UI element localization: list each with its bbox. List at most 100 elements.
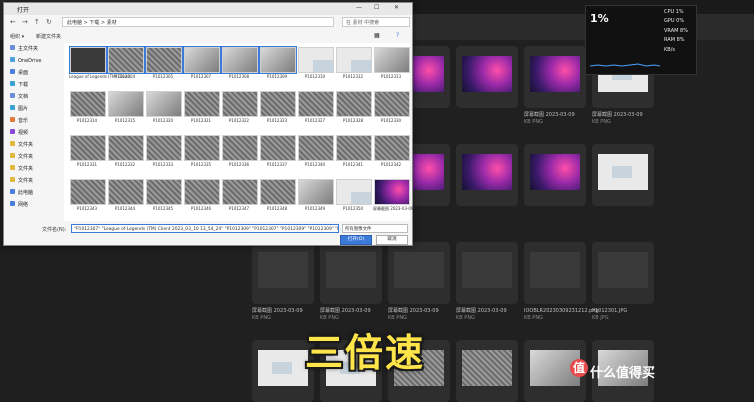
refresh-icon[interactable]: ↻ [46,18,52,26]
file-thumbnail[interactable] [298,91,334,117]
file-thumbnail[interactable] [336,179,372,205]
file-thumbnail[interactable] [374,47,410,73]
background-file-tile[interactable] [456,242,518,304]
sidebar-item[interactable]: 文档 [10,93,28,101]
file-name-label: P1012348 [266,206,288,211]
file-thumbnail[interactable] [260,135,296,161]
file-thumbnail[interactable] [184,135,220,161]
file-thumbnail[interactable] [69,46,107,74]
sidebar-item-label: 文件夹 [18,142,34,148]
search-input[interactable]: 在 素材 中搜索 [342,17,410,27]
background-file-tile[interactable] [592,144,654,206]
sidebar-item[interactable]: 桌面 [10,69,28,77]
file-name-label: P1012322 [228,118,250,123]
maximize-button[interactable]: ☐ [374,4,379,11]
file-thumbnail[interactable] [108,179,144,205]
file-thumbnail[interactable] [145,46,183,74]
file-thumbnail[interactable] [70,91,106,117]
sidebar-item[interactable]: 文件夹 [10,165,33,173]
sidebar-item[interactable]: 图片 [10,105,28,113]
file-thumbnail[interactable] [298,135,334,161]
file-thumbnail[interactable] [374,179,410,205]
background-file-tile[interactable] [592,242,654,304]
watermark-text: 什么值得买 [590,366,656,381]
open-button[interactable]: 打开(O) [340,235,372,245]
folder-icon [10,45,15,50]
sidebar-item[interactable]: OneDrive [10,57,42,65]
address-bar[interactable]: 此电脑 > 下载 > 素材 [62,17,334,27]
sidebar-item[interactable]: 网络 [10,201,28,209]
file-thumbnail[interactable] [146,179,182,205]
file-thumbnail[interactable] [260,179,296,205]
folder-icon [10,105,15,110]
close-button[interactable]: ✕ [394,4,399,11]
background-file-tile[interactable] [320,242,382,304]
file-thumbnail[interactable] [336,91,372,117]
sidebar-item[interactable]: 主文件夹 [10,45,38,53]
file-thumbnail[interactable] [222,179,258,205]
background-file-size: KB PNG [388,315,407,321]
folder-icon [10,201,15,206]
sidebar-item[interactable]: 此电脑 [10,189,33,197]
file-thumbnail[interactable] [107,46,145,74]
file-thumbnail[interactable] [183,46,221,74]
new-folder-button[interactable]: 新建文件夹 [36,33,61,40]
background-file-tile[interactable] [524,46,586,108]
sidebar-item[interactable]: 文件夹 [10,177,33,185]
file-thumbnail[interactable] [336,47,372,73]
dialog-footer: 文件名(N): "P1012307" "League of Legends (T… [6,223,410,245]
sidebar-item[interactable]: 视频 [10,129,28,137]
file-thumbnail[interactable] [298,179,334,205]
background-file-tile[interactable] [252,242,314,304]
filetype-select[interactable]: 所有图像文件 [342,224,408,233]
file-thumbnail[interactable] [70,135,106,161]
file-thumbnail[interactable] [259,46,297,74]
file-thumbnail[interactable] [146,91,182,117]
file-thumbnail[interactable] [146,135,182,161]
file-preview [326,252,376,288]
folder-icon [10,69,15,74]
background-file-tile[interactable] [388,242,450,304]
background-file-tile[interactable] [456,340,518,402]
file-name-label: P1012350 [342,206,364,211]
minimize-button[interactable]: — [356,4,362,11]
file-thumbnail[interactable] [222,135,258,161]
background-file-tile[interactable] [456,144,518,206]
background-file-size: KB PNG [524,315,543,321]
back-arrow-icon[interactable]: ← [10,18,16,26]
background-file-tile[interactable] [456,46,518,108]
file-thumbnail[interactable] [108,135,144,161]
file-thumbnail[interactable] [108,91,144,117]
file-thumbnail[interactable] [336,135,372,161]
sidebar-item[interactable]: 文件夹 [10,153,33,161]
background-file-tile[interactable] [524,144,586,206]
file-thumbnail[interactable] [374,135,410,161]
background-file-caption: IOOBLR20230309231212.png KB PNG [524,308,599,322]
sidebar-item[interactable]: 音乐 [10,117,28,125]
file-thumbnail[interactable] [374,91,410,117]
file-thumbnail[interactable] [70,179,106,205]
forward-arrow-icon[interactable]: → [22,18,28,26]
organize-menu[interactable]: 组织 ▾ [10,33,24,40]
folder-icon [10,177,15,182]
background-file-tile[interactable] [524,242,586,304]
file-thumbnail[interactable] [184,179,220,205]
up-arrow-icon[interactable]: ↑ [34,18,40,26]
file-thumbnail[interactable] [222,91,258,117]
sidebar-item[interactable]: 下载 [10,81,28,89]
cancel-button[interactable]: 取消 [376,235,408,245]
view-options-icon[interactable]: ▦ [374,32,380,39]
filename-input[interactable]: "P1012307" "League of Legends (TM) Clien… [71,224,339,233]
file-thumbnail[interactable] [260,91,296,117]
file-name-label: 屏幕截图 2023-03-09 [373,206,414,211]
help-icon[interactable]: ? [396,32,399,39]
background-file-name: 屏幕截图 2023-03-09 [252,308,303,314]
file-thumbnail[interactable] [184,91,220,117]
file-thumbnail[interactable] [221,46,259,74]
background-file-caption: 屏幕截图 2023-03-09KB PNG [320,308,371,322]
sidebar-item-label: OneDrive [18,58,42,64]
file-thumbnail[interactable] [298,47,334,73]
sidebar-item[interactable]: 文件夹 [10,141,33,149]
file-name-label: P1012336 [228,162,250,167]
overlay-stat-line: VRAM 8% [664,27,688,34]
